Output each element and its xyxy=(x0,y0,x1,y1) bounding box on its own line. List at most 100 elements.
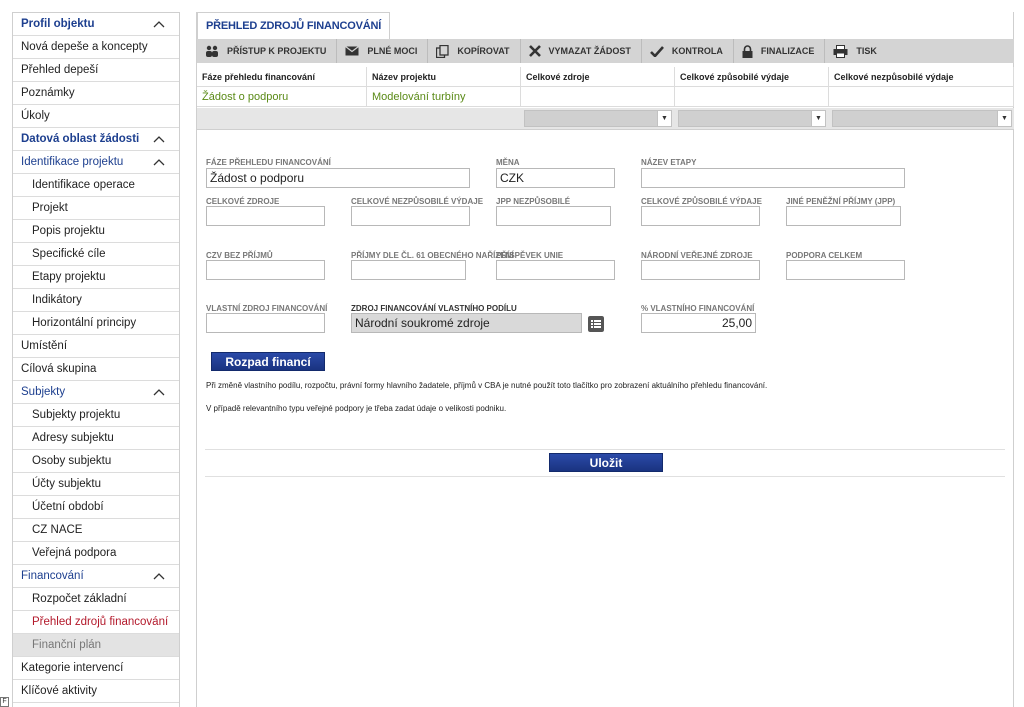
total-sources-label: CELKOVÉ ZDROJE xyxy=(206,197,280,206)
sidebar-item-ucty-subjektu[interactable]: Účty subjektu xyxy=(13,473,179,496)
proxies-button[interactable]: PLNÉ MOCI xyxy=(337,39,429,63)
copy-button[interactable]: KOPÍROVAT xyxy=(428,39,521,63)
delete-request-button[interactable]: VYMAZAT ŽÁDOST xyxy=(521,39,642,63)
eu-contribution-field[interactable] xyxy=(496,260,615,280)
filter-select-ineligible[interactable]: ▼ xyxy=(832,110,1012,127)
sidebar-item-umisteni[interactable]: Umístění xyxy=(13,335,179,358)
sidebar-item-subjekty-projektu[interactable]: Subjekty projektu xyxy=(13,404,179,427)
checkmark-icon xyxy=(649,45,664,57)
phase-field[interactable]: Žádost o podporu xyxy=(206,168,470,188)
total-eligible-field[interactable] xyxy=(641,206,760,226)
tab-prehled-zdroju[interactable]: PŘEHLED ZDROJŮ FINANCOVÁNÍ xyxy=(197,12,391,39)
table-cell xyxy=(675,87,829,107)
dropdown-arrow-icon[interactable]: ▼ xyxy=(657,111,671,126)
financing-form: FÁZE PŘEHLEDU FINANCOVÁNÍ Žádost o podpo… xyxy=(197,131,1014,707)
currency-field[interactable]: CZK xyxy=(496,168,615,188)
national-sources-field[interactable] xyxy=(641,260,760,280)
sidebar-item-financni-plan[interactable]: Finanční plán xyxy=(13,634,179,657)
sidebar-item-verejna-podpora[interactable]: Veřejná podpora xyxy=(13,542,179,565)
eu-contribution-label: PŘÍSPĚVEK UNIE xyxy=(496,251,564,260)
dropdown-arrow-icon[interactable]: ▼ xyxy=(811,111,825,126)
save-button[interactable]: Uložit xyxy=(549,453,663,472)
sidebar-item-popis-projektu[interactable]: Popis projektu xyxy=(13,220,179,243)
income61-field[interactable] xyxy=(351,260,466,280)
finalize-button[interactable]: FINALIZACE xyxy=(734,39,826,63)
column-header[interactable]: Celkové způsobilé výdaje xyxy=(675,67,829,87)
column-header[interactable]: Fáze přehledu financování xyxy=(197,67,367,87)
sidebar-item-subjekty[interactable]: Subjekty xyxy=(13,381,179,404)
support-total-field[interactable] xyxy=(786,260,905,280)
sidebar-item-adresy-subjektu[interactable]: Adresy subjektu xyxy=(13,427,179,450)
own-pct-label: % VLASTNÍHO FINANCOVÁNÍ xyxy=(641,304,755,313)
sidebar-item-specificke-cile[interactable]: Specifické cíle xyxy=(13,243,179,266)
table-cell: Modelování turbíny xyxy=(367,87,521,107)
breakdown-button[interactable]: Rozpad financí xyxy=(211,352,325,371)
sidebar-item-ucetni-obdobi[interactable]: Účetní období xyxy=(13,496,179,519)
jpp-ineligible-field[interactable] xyxy=(496,206,611,226)
column-header[interactable]: Celkové nezpůsobilé výdaje xyxy=(829,67,1014,87)
sidebar-item-poznamky[interactable]: Poznámky xyxy=(13,82,179,105)
total-eligible-label: CELKOVÉ ZPŮSOBILÉ VÝDAJE xyxy=(641,197,762,206)
sidebar-item-cz-nace[interactable]: CZ NACE xyxy=(13,519,179,542)
czv-field[interactable] xyxy=(206,260,325,280)
dropdown-arrow-icon[interactable]: ▼ xyxy=(997,111,1011,126)
print-button[interactable]: TISK xyxy=(825,39,887,63)
total-ineligible-field[interactable] xyxy=(351,206,470,226)
own-source-label: VLASTNÍ ZDROJ FINANCOVÁNÍ xyxy=(206,304,328,313)
sidebar-item-klicove-aktivity[interactable]: Klíčové aktivity xyxy=(13,680,179,703)
sidebar-item-projekt[interactable]: Projekt xyxy=(13,197,179,220)
jpp-ineligible-label: JPP NEZPŮSOBILÉ xyxy=(496,197,571,206)
column-header[interactable]: Celkové zdroje xyxy=(521,67,675,87)
envelope-icon xyxy=(345,46,360,56)
sidebar-item-prehled-depesi[interactable]: Přehled depeší xyxy=(13,59,179,82)
list-icon[interactable] xyxy=(588,316,604,332)
stage-label: NÁZEV ETAPY xyxy=(641,158,697,167)
sidebar-item-etapy-projektu[interactable]: Etapy projektu xyxy=(13,266,179,289)
sidebar-item-ukoly[interactable]: Úkoly xyxy=(13,105,179,128)
sidebar-item-profil-objektu[interactable]: Profil objektu xyxy=(13,13,179,36)
sidebar-item-indikatory[interactable]: Indikátory xyxy=(13,289,179,312)
own-source-field[interactable] xyxy=(206,313,325,333)
own-source-type-field[interactable]: Národní soukromé zdroje xyxy=(351,313,582,333)
chevron-up-icon[interactable] xyxy=(153,571,165,581)
table-row[interactable]: Žádost o podporu Modelování turbíny xyxy=(197,87,1014,107)
sidebar-item-datova-oblast[interactable]: Datová oblast žádosti xyxy=(13,128,179,151)
divider xyxy=(205,449,1005,450)
check-button[interactable]: KONTROLA xyxy=(642,39,734,63)
column-header[interactable]: Název projektu xyxy=(367,67,521,87)
main-panel: PŘEHLED ZDROJŮ FINANCOVÁNÍ PŘÍSTUP K PRO… xyxy=(196,12,1014,707)
own-pct-field[interactable]: 25,00 xyxy=(641,313,756,333)
filter-select-eligible[interactable]: ▼ xyxy=(678,110,826,127)
own-source-type-label: ZDROJ FINANCOVÁNÍ VLASTNÍHO PODÍLU xyxy=(351,304,517,313)
sidebar-item-identifikace-projektu[interactable]: Identifikace projektu xyxy=(13,151,179,174)
access-button[interactable]: PŘÍSTUP K PROJEKTU xyxy=(197,39,338,63)
other-income-field[interactable] xyxy=(786,206,901,226)
stage-field[interactable] xyxy=(641,168,905,188)
sidebar-item-horizontalni-principy[interactable]: Horizontální principy xyxy=(13,312,179,335)
chevron-up-icon[interactable] xyxy=(153,19,165,29)
sidebar-item-kategorie-intervenci[interactable]: Kategorie intervencí xyxy=(13,657,179,680)
sidebar-nav: Profil objektu Nová depeše a koncepty Př… xyxy=(12,12,180,707)
czv-label: CZV BEZ PŘÍJMŮ xyxy=(206,251,273,260)
note-breakdown: Při změně vlastního podílu, rozpočtu, pr… xyxy=(206,381,768,390)
sidebar-item-financovani[interactable]: Financování xyxy=(13,565,179,588)
table-cell xyxy=(829,87,1014,107)
sidebar-item-rozpocet-zakladni[interactable]: Rozpočet základní xyxy=(13,588,179,611)
total-ineligible-label: CELKOVÉ NEZPŮSOBILÉ VÝDAJE xyxy=(351,197,484,206)
filter-select-total-sources[interactable]: ▼ xyxy=(524,110,672,127)
table-cell: Žádost o podporu xyxy=(197,87,367,107)
sidebar-item-prehled-zdroju[interactable]: Přehled zdrojů financování xyxy=(13,611,179,634)
divider xyxy=(205,476,1005,477)
sidebar-item-identifikace-operace[interactable]: Identifikace operace xyxy=(13,174,179,197)
sidebar-item-nova-depese[interactable]: Nová depeše a koncepty xyxy=(13,36,179,59)
chevron-up-icon[interactable] xyxy=(153,157,165,167)
people-icon xyxy=(206,45,218,57)
copy-icon xyxy=(436,44,450,58)
total-sources-field[interactable] xyxy=(206,206,325,226)
chevron-up-icon[interactable] xyxy=(153,134,165,144)
sidebar-item-cilova-skupina[interactable]: Cílová skupina xyxy=(13,358,179,381)
chevron-up-icon[interactable] xyxy=(153,387,165,397)
sidebar-item-osoby-subjektu[interactable]: Osoby subjektu xyxy=(13,450,179,473)
printer-icon xyxy=(833,44,848,58)
table-cell xyxy=(521,87,675,107)
